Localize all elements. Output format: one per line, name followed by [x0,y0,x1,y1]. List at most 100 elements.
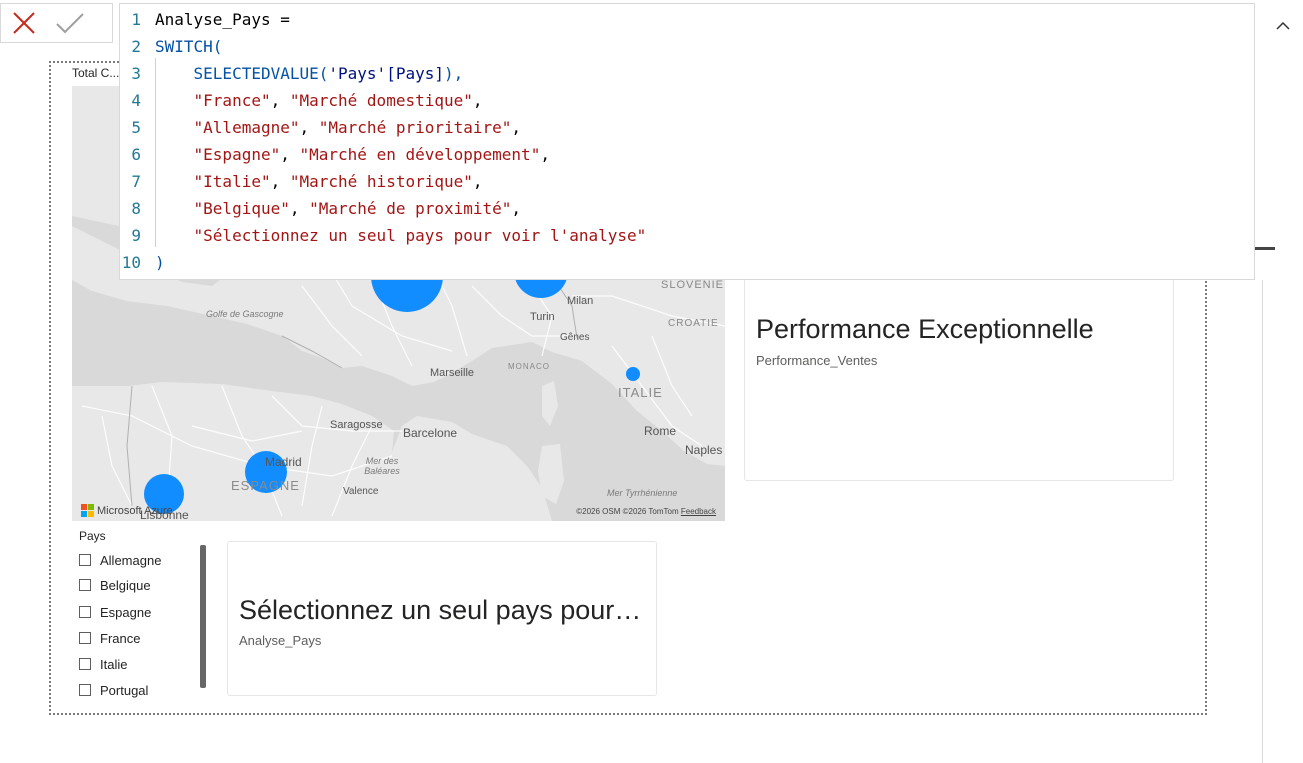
code-token: , [280,145,300,164]
map-label-croatie: CROATIE [668,318,719,329]
collapse-formula-button[interactable] [1273,16,1293,36]
code-text: Analyse_Pays = [155,6,290,33]
map-label-mer-baleares: Mer des Baléares [364,456,400,476]
map-visual-title: Total C... [72,66,120,80]
line-number: 8 [131,199,141,218]
code-token: "Espagne" [193,145,281,164]
code-text: SELECTEDVALUE('Pays'[Pays]), [155,60,464,87]
map-brand-text: Microsoft Azure [97,504,173,517]
slicer-item-allemagne[interactable]: Allemagne [79,552,161,568]
slicer-item-espagne[interactable]: Espagne [79,604,151,620]
code-token: , [472,172,483,191]
card-analyse-label: Analyse_Pays [239,633,322,648]
map-label-mer-tyrrhenienne: Mer Tyrrhénienne [607,488,678,498]
code-token: "France" [193,91,271,110]
microsoft-logo-icon [81,504,94,517]
minimize-icon[interactable] [1255,247,1275,250]
map-label-espagne: ESPAGNE [231,478,300,493]
slicer-item-label: Belgique [100,577,151,593]
code-token: "Marché en développement" [299,145,541,164]
line-number: 3 [131,64,141,83]
code-token: , [270,172,290,191]
line-number: 7 [131,172,141,191]
formula-bar-actions [0,3,113,43]
slicer-item-label: France [100,630,141,646]
code-token: , [511,199,522,218]
code-text: "Italie", "Marché historique", [155,168,483,195]
slicer-item-label: Espagne [100,604,152,620]
slicer-checkbox[interactable] [79,554,91,566]
map-label-slovenie: SLOVÉNIE [661,279,725,291]
map-label-monaco: MONACO [508,362,550,371]
slicer-item-france[interactable]: France [79,630,140,646]
code-text: SWITCH( [155,33,222,60]
map-label-naples: Naples [685,443,723,457]
map-label-genes: Gênes [560,332,590,343]
code-token: , [299,118,319,137]
code-text: "Espagne", "Marché en développement", [155,141,550,168]
slicer-item-belgique[interactable]: Belgique [79,577,151,593]
map-label-golfe: Golfe de Gascogne [206,309,284,319]
commit-button[interactable] [47,4,93,42]
slicer-checkbox[interactable] [79,632,91,644]
slicer-checkbox[interactable] [79,606,91,618]
code-token: SELECTEDVALUE( [193,64,329,83]
map-label-rome: Rome [644,424,677,438]
map-feedback-link[interactable]: Feedback [681,507,716,516]
code-token: "Allemagne" [193,118,300,137]
map-label-milan: Milan [567,295,594,307]
card-analyse[interactable]: Sélectionnez un seul pays pour voir l'an… [227,541,657,696]
slicer-item-label: Italie [100,656,128,672]
code-token: "Marché de proximité" [309,199,512,218]
map-label-valence: Valence [343,486,379,497]
code-text: "Sélectionnez un seul pays pour voir l'a… [155,222,647,249]
slicer-checkbox[interactable] [79,579,91,591]
line-number: 2 [131,37,141,56]
slicer-checkbox[interactable] [79,658,91,670]
code-token: "Marché domestique" [289,91,473,110]
code-token: , [270,91,290,110]
line-number: 5 [131,118,141,137]
cancel-button[interactable] [1,4,47,42]
code-token: "Marché historique" [289,172,473,191]
slicer-item-label: Portugal [100,682,149,698]
code-token: "Sélectionnez un seul pays pour voir l'a… [193,226,647,245]
chevron-up-icon [1276,21,1290,30]
code-token: , [472,91,483,110]
code-text: "Belgique", "Marché de proximité", [155,195,522,222]
map-label-saragosse: Saragosse [330,419,383,431]
close-icon [13,12,35,34]
line-number: 6 [131,145,141,164]
slicer-checkbox[interactable] [79,684,91,696]
code-text: ) [155,249,165,276]
slicer-item-italie[interactable]: Italie [79,656,127,672]
card-analyse-value: Sélectionnez un seul pays pour voir l'an… [239,595,644,625]
map-label-madrid: Madrid [265,455,302,469]
code-token: 'Pays'[Pays] [328,64,444,83]
code-text: "France", "Marché domestique", [155,87,483,114]
code-token: "Belgique" [193,199,290,218]
card-performance[interactable]: Performance Exceptionnelle Performance_V… [744,270,1174,481]
line-number: 4 [131,91,141,110]
code-token: Analyse_Pays = [155,10,290,29]
code-token: "Marché prioritaire" [318,118,512,137]
code-token: "Italie" [193,172,271,191]
formula-editor-side-panel [1254,3,1303,280]
code-token: ), [443,64,464,83]
formula-editor[interactable]: 1 Analyse_Pays = 2 SWITCH(3 SELECTEDVALUE('… [119,3,1303,280]
map-attribution: ©2026 OSM ©2026 TomTom Feedback [576,507,716,516]
map-label-barcelone: Barcelone [403,426,458,440]
card-performance-label: Performance_Ventes [756,353,878,368]
bubble-italie[interactable] [626,367,640,381]
slicer-item-portugal[interactable]: Portugal [79,682,148,698]
card-performance-value: Performance Exceptionnelle [756,314,1094,344]
code-text: "Allemagne", "Marché prioritaire", [155,114,522,141]
code-token: , [511,118,522,137]
slicer-scrollbar[interactable] [200,545,206,688]
